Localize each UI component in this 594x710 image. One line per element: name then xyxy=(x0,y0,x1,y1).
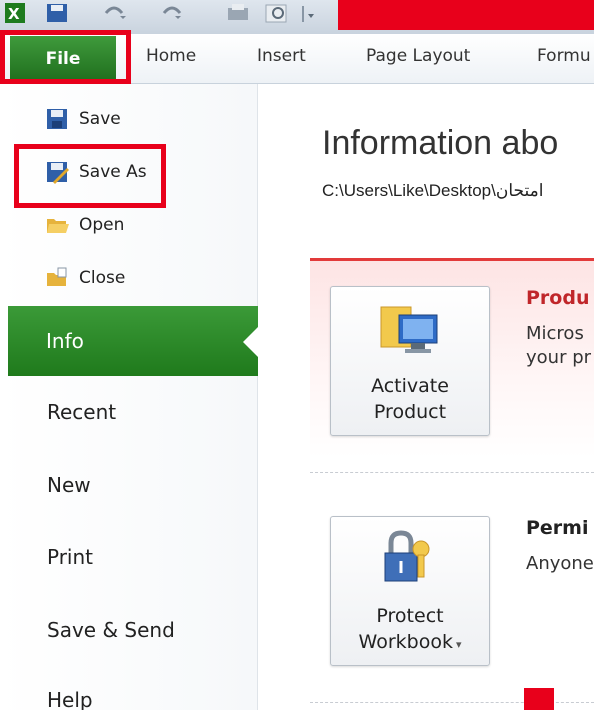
lock-key-icon xyxy=(381,529,437,591)
page-title: Information abo xyxy=(322,124,559,162)
save-command[interactable]: Save xyxy=(45,102,121,136)
menu-item-print[interactable]: Print xyxy=(47,545,93,569)
product-text-line2: your pr xyxy=(526,347,592,368)
protect-line2: Workbook xyxy=(358,631,453,653)
undo-icon[interactable] xyxy=(102,2,128,24)
close-label: Close xyxy=(79,268,126,288)
open-folder-icon xyxy=(45,213,69,237)
menu-item-help[interactable]: Help xyxy=(47,688,93,710)
menu-item-recent[interactable]: Recent xyxy=(47,400,116,424)
tab-formulas[interactable]: Formu xyxy=(537,46,591,66)
print-preview-icon[interactable] xyxy=(226,2,252,24)
close-command[interactable]: Close xyxy=(45,261,125,295)
svg-text:X: X xyxy=(8,5,20,23)
save-as-highlight xyxy=(14,144,166,208)
file-path: C:\Users\Like\Desktop\امتحان xyxy=(322,181,544,200)
file-tab-highlight xyxy=(0,30,131,84)
customize-toolbar-icon[interactable] xyxy=(300,2,320,24)
selected-indicator xyxy=(243,326,259,358)
activate-line1: Activate xyxy=(371,375,449,397)
open-label: Open xyxy=(79,215,125,235)
menu-item-info[interactable]: Info xyxy=(8,306,258,376)
protect-workbook-button[interactable]: Protect Workbook ▾ xyxy=(330,516,490,666)
title-bar-highlight xyxy=(338,0,594,30)
tab-insert[interactable]: Insert xyxy=(257,46,306,66)
dropdown-arrow-icon: ▾ xyxy=(455,638,462,651)
menu-item-save-send[interactable]: Save & Send xyxy=(47,618,175,642)
product-text-line1: Micros xyxy=(526,323,584,344)
quick-print-icon[interactable] xyxy=(264,2,294,24)
product-heading: Produ xyxy=(526,287,590,309)
tab-page-layout[interactable]: Page Layout xyxy=(366,46,470,66)
permissions-text-line1: Anyone xyxy=(526,553,594,574)
open-command[interactable]: Open xyxy=(45,208,124,242)
activate-line2: Product xyxy=(373,401,447,423)
protect-line2-wrap: Workbook ▾ xyxy=(331,629,489,658)
info-label: Info xyxy=(46,329,84,353)
close-folder-icon xyxy=(45,266,69,290)
section-divider xyxy=(310,472,594,473)
excel-logo-icon: X xyxy=(4,2,28,24)
activate-product-button[interactable]: Activate Product xyxy=(330,286,490,436)
red-marker xyxy=(524,688,554,710)
save-icon xyxy=(45,107,69,131)
redo-icon[interactable] xyxy=(160,2,186,24)
permissions-heading: Permi xyxy=(526,517,589,539)
activate-product-icon xyxy=(379,301,441,363)
quick-access-toolbar: X xyxy=(0,0,594,34)
tab-home[interactable]: Home xyxy=(146,46,196,66)
save-icon[interactable] xyxy=(46,2,68,24)
menu-item-new[interactable]: New xyxy=(47,473,91,497)
protect-line1: Protect xyxy=(376,605,444,627)
save-label: Save xyxy=(79,109,121,129)
